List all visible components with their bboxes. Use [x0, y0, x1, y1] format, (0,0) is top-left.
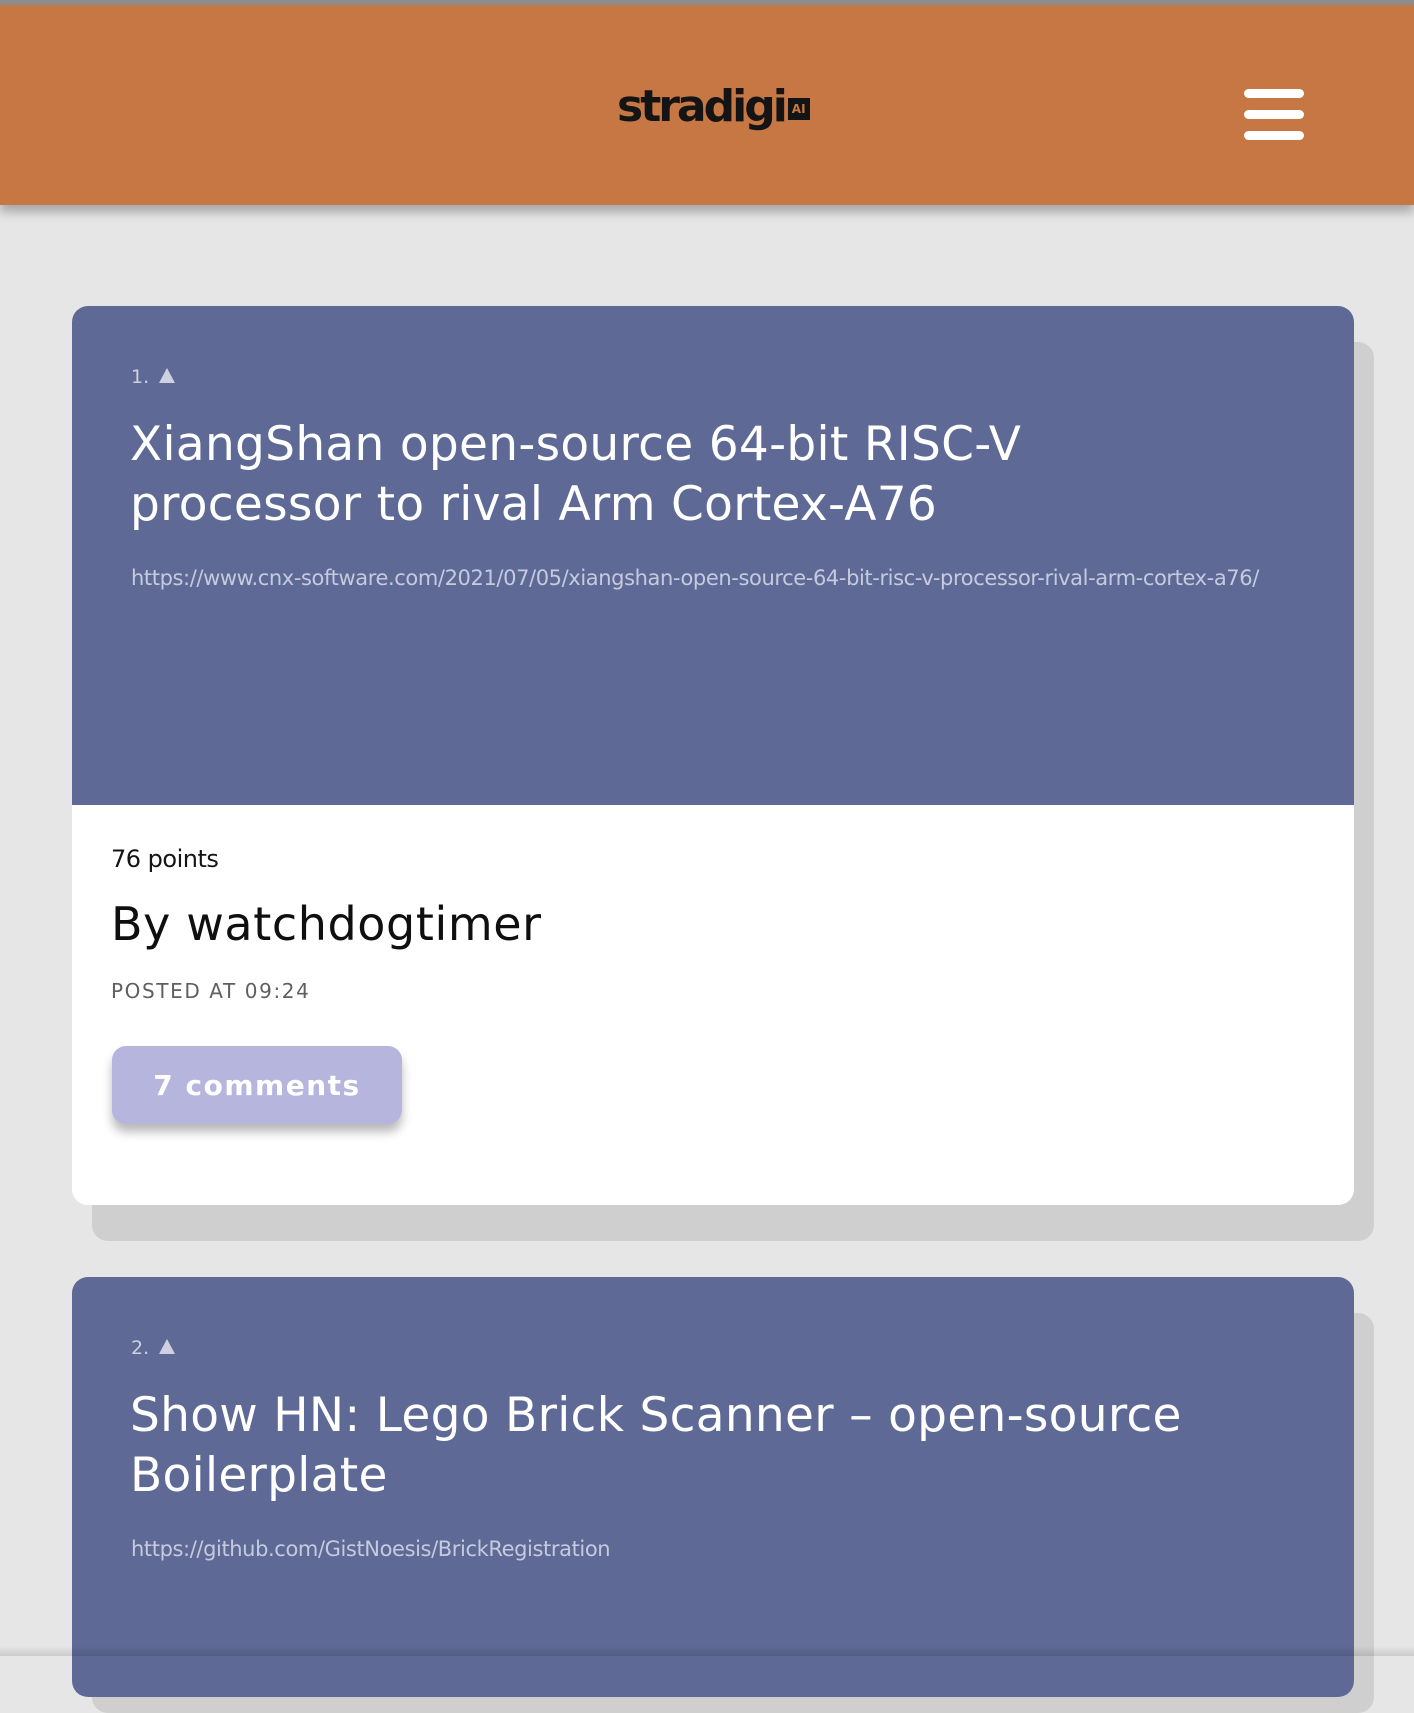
story-rank-row: 1. [131, 366, 176, 388]
site-header: stradigi AI [0, 5, 1414, 205]
upvote-icon[interactable] [159, 1338, 176, 1354]
story-posted-time: POSTED AT 09:24 [111, 979, 311, 1003]
menu-bar-top [1244, 89, 1304, 98]
story-card-footer: 76 points By watchdogtimer POSTED AT 09:… [72, 805, 1354, 1205]
story-rank: 1. [131, 366, 150, 388]
bottom-edge-shadow [0, 1646, 1414, 1656]
story-card-header: 1. XiangShan open-source 64-bit RISC-V p… [72, 306, 1354, 805]
story-rank: 2. [131, 1337, 150, 1359]
menu-bar-middle [1244, 110, 1304, 119]
story-card: 1. XiangShan open-source 64-bit RISC-V p… [72, 306, 1354, 1205]
upvote-icon[interactable] [159, 367, 176, 383]
hamburger-menu-icon[interactable] [1244, 89, 1304, 141]
story-author[interactable]: By watchdogtimer [111, 897, 542, 951]
menu-bar-bottom [1244, 131, 1304, 140]
logo-text: stradigi [617, 81, 788, 132]
story-card-header: 2. Show HN: Lego Brick Scanner – open-so… [72, 1277, 1354, 1697]
story-url-link[interactable]: https://github.com/GistNoesis/BrickRegis… [131, 1529, 1301, 1569]
story-title[interactable]: XiangShan open-source 64-bit RISC-V proc… [130, 415, 1250, 535]
story-rank-row: 2. [131, 1337, 176, 1359]
story-url-link[interactable]: https://www.cnx-software.com/2021/07/05/… [131, 558, 1301, 598]
story-points: 76 points [111, 845, 219, 873]
stradigi-logo[interactable]: stradigi AI [617, 77, 810, 137]
logo-ai-badge: AI [787, 98, 810, 120]
story-card: 2. Show HN: Lego Brick Scanner – open-so… [72, 1277, 1354, 1697]
story-title[interactable]: Show HN: Lego Brick Scanner – open-sourc… [130, 1386, 1250, 1506]
comments-button[interactable]: 7 comments [112, 1046, 402, 1124]
